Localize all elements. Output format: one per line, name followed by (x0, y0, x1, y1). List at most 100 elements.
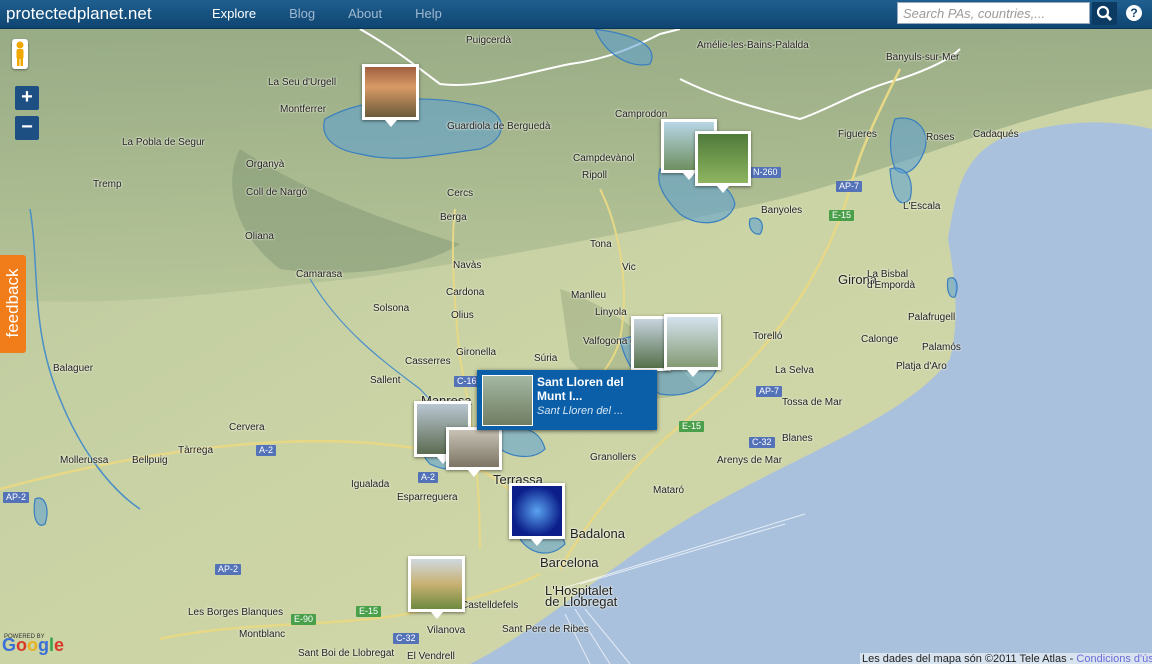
nav-explore[interactable]: Explore (212, 6, 256, 21)
copyright-text: Les dades del mapa són ©2011 Tele Atlas … (862, 653, 1077, 664)
search-button[interactable] (1092, 2, 1117, 25)
map-label: Cadaqués (973, 129, 1019, 140)
top-navigation-bar: protectedplanet.net Explore Blog About H… (0, 0, 1152, 29)
road-shield: A-2 (256, 445, 277, 456)
map-label: Igualada (351, 479, 390, 490)
map-canvas[interactable]: + − feedback Girona Terrassa Badalona Ba… (0, 29, 1152, 664)
map-label: Tona (590, 239, 612, 250)
map-label: Manlleu (571, 290, 607, 301)
protected-area-popup[interactable]: Sant Lloren del Munt I... Sant Lloren de… (477, 370, 657, 430)
map-label: Platja d'Aro (896, 361, 947, 372)
map-label: Tàrrega (178, 445, 214, 456)
map-label: Montblanc (239, 629, 286, 640)
map-label: Solsona (373, 303, 410, 314)
map-label: Amélie-les-Bains-Palalda (697, 40, 809, 51)
map-label: Palamós (922, 342, 961, 353)
map-label: Bellpuig (132, 455, 168, 466)
map-label: Blanes (782, 433, 813, 444)
popup-title[interactable]: Sant Lloren del Munt I... (537, 375, 653, 403)
map-label: Guardiola de Berguedà (447, 121, 551, 132)
map-label: La Seu d'Urgell (268, 77, 337, 88)
map-label: Berga (440, 212, 467, 223)
map-label: Oliana (245, 231, 274, 242)
site-logo[interactable]: protectedplanet.net (6, 4, 152, 24)
map-label: El Vendrell (407, 651, 455, 662)
search-icon (1096, 5, 1113, 22)
road-shield: AP-7 (756, 386, 783, 397)
photo-marker[interactable] (695, 131, 751, 193)
photo-marker[interactable] (509, 483, 565, 546)
map-label: La Bisbal d'Empordà (867, 269, 916, 291)
feedback-tab[interactable]: feedback (0, 255, 26, 353)
road-shield: A-2 (418, 472, 439, 483)
map-copyright: Les dades del mapa són ©2011 Tele Atlas … (860, 653, 1152, 664)
map-label: Sant Pere de Ribes (502, 624, 589, 635)
map-label: Ripoll (582, 170, 608, 181)
map-label: Cervera (229, 422, 265, 433)
map-label: Les Borges Blanques (188, 607, 284, 618)
road-shield: C-32 (393, 633, 419, 644)
map-label: Tossa de Mar (782, 397, 843, 408)
map-label: Balaguer (53, 363, 94, 374)
map-label: Sant Boi de Llobregat (298, 648, 395, 659)
photo-marker[interactable] (408, 556, 465, 619)
road-shield: AP-2 (215, 564, 242, 575)
nav-blog[interactable]: Blog (289, 6, 315, 21)
map-label: Tremp (93, 179, 122, 190)
popup-subtitle: Sant Lloren del ... (537, 405, 624, 417)
map-label: Badalona (570, 526, 625, 541)
map-label: Torelló (753, 331, 783, 342)
map-label: La Selva (775, 365, 814, 376)
map-label: Granollers (590, 452, 637, 463)
road-shield: E-90 (291, 614, 317, 625)
road-shield: C-16 (454, 376, 480, 387)
map-label: La Pobla de Segur (122, 137, 205, 148)
map-label: Camprodon (615, 109, 668, 120)
zoom-out-button[interactable]: − (15, 116, 39, 140)
terms-link[interactable]: Condicions d'ús (1076, 653, 1152, 664)
pegman-icon[interactable] (12, 39, 28, 69)
nav-about[interactable]: About (348, 6, 382, 21)
map-label: Palafrugell (908, 312, 956, 323)
zoom-in-button[interactable]: + (15, 86, 39, 110)
map-label: Mataró (653, 485, 685, 496)
map-label: Olius (451, 310, 474, 321)
feedback-label: feedback (3, 268, 22, 338)
search-input[interactable] (897, 2, 1090, 24)
road-shield: E-15 (679, 421, 705, 432)
road-shield: E-15 (829, 210, 855, 221)
map-label: Organyà (246, 159, 285, 170)
map-label: Navàs (453, 260, 482, 271)
map-label: Gironella (456, 347, 497, 358)
pegman-figure (16, 41, 24, 66)
road-shield: C-32 (749, 437, 775, 448)
map-label: Vic (622, 262, 636, 273)
map-label: Campdevànol (573, 153, 635, 164)
map-label: L'Hospitalet de Llobregat (545, 583, 618, 609)
map-label: Esparreguera (397, 492, 458, 503)
photo-marker[interactable] (446, 427, 502, 477)
road-shield: N-260 (750, 167, 781, 178)
map-label: Súria (534, 353, 558, 364)
map-label: Banyuls-sur-Mer (886, 52, 960, 63)
map-label: Coll de Nargó (246, 187, 308, 198)
map-label: L'Escala (903, 201, 941, 212)
map-label: Calonge (861, 334, 899, 345)
road-shield: E-15 (356, 606, 382, 617)
main-nav: Explore Blog About Help (212, 6, 475, 21)
google-logo[interactable]: Google (2, 635, 64, 656)
map-label: Banyoles (761, 205, 803, 216)
nav-help[interactable]: Help (415, 6, 442, 21)
map-label: Linyola (595, 307, 627, 318)
map-label: Figueres (838, 129, 877, 140)
map-label: Montferrer (280, 104, 327, 115)
map-label: Arenys de Mar (717, 455, 783, 466)
popup-thumbnail (482, 375, 533, 426)
photo-marker[interactable] (664, 314, 721, 377)
map-label: Mollerussa (60, 455, 109, 466)
photo-marker[interactable] (362, 64, 419, 127)
help-icon[interactable]: ? (1126, 5, 1142, 21)
map-label: Sallent (370, 375, 401, 386)
map-label: Puigcerdà (466, 35, 512, 46)
map-label: Cercs (447, 188, 474, 199)
